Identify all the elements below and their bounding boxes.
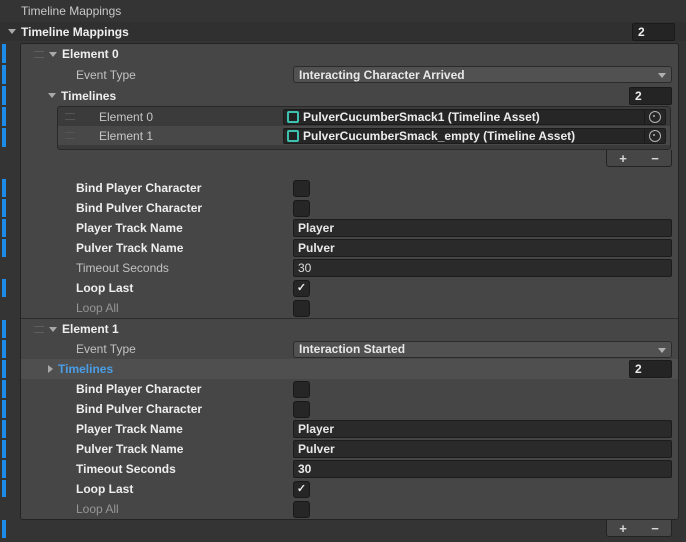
timeout-label: Timeout Seconds bbox=[76, 261, 169, 275]
player-track-label: Player Track Name bbox=[76, 422, 183, 436]
property-label-row: Timeline Mappings bbox=[0, 0, 686, 22]
loop-all-row: Loop All bbox=[21, 499, 678, 519]
timeout-input[interactable]: 30 bbox=[293, 460, 672, 478]
timelines-list-footer: + − bbox=[21, 150, 678, 167]
array-size-field[interactable]: 2 bbox=[632, 23, 675, 41]
drag-handle-icon[interactable] bbox=[34, 326, 44, 333]
loop-last-checkbox[interactable]: ✓ bbox=[293, 280, 310, 297]
timelines-header-row[interactable]: Timelines 2 bbox=[21, 85, 678, 106]
loop-all-label: Loop All bbox=[76, 502, 119, 516]
bind-pulver-checkbox[interactable] bbox=[293, 401, 310, 418]
chevron-down-icon bbox=[658, 73, 666, 78]
remove-button[interactable]: − bbox=[641, 151, 669, 166]
bind-pulver-label: Bind Pulver Character bbox=[76, 201, 202, 215]
element-0-header[interactable]: Element 0 bbox=[21, 44, 678, 64]
chevron-down-icon bbox=[658, 348, 666, 353]
event-type-label: Event Type bbox=[76, 68, 136, 82]
timelines-list: Element 0 PulverCucumberSmack1 (Timeline… bbox=[57, 106, 671, 150]
event-type-value: Interaction Started bbox=[299, 342, 405, 356]
loop-all-row: Loop All bbox=[21, 298, 678, 318]
bind-player-row: Bind Player Character bbox=[21, 379, 678, 399]
timeline-list-item[interactable]: Element 0 PulverCucumberSmack1 (Timeline… bbox=[58, 107, 670, 126]
bind-pulver-label: Bind Pulver Character bbox=[76, 402, 202, 416]
pulver-track-row: Pulver Track Name Pulver bbox=[21, 439, 678, 459]
element-title: Element 1 bbox=[62, 322, 119, 336]
bind-player-label: Bind Player Character bbox=[76, 181, 201, 195]
pulver-track-row: Pulver Track Name Pulver bbox=[21, 238, 678, 258]
property-label: Timeline Mappings bbox=[21, 4, 121, 18]
timeline-object-field[interactable]: PulverCucumberSmack1 (Timeline Asset) bbox=[283, 109, 666, 125]
timeline-object-field[interactable]: PulverCucumberSmack_empty (Timeline Asse… bbox=[283, 128, 666, 144]
bind-pulver-row: Bind Pulver Character bbox=[21, 399, 678, 419]
timeline-mappings-header[interactable]: Timeline Mappings 2 bbox=[0, 22, 686, 41]
timeline-object-value: PulverCucumberSmack_empty (Timeline Asse… bbox=[303, 129, 575, 143]
timelines-header-row-collapsed[interactable]: Timelines 2 bbox=[21, 359, 678, 379]
player-track-row: Player Track Name Player bbox=[21, 419, 678, 439]
event-type-dropdown[interactable]: Interacting Character Arrived bbox=[293, 66, 672, 83]
timeline-asset-icon bbox=[287, 130, 299, 142]
loop-last-label: Loop Last bbox=[76, 482, 133, 496]
timeline-mappings-footer: + − bbox=[0, 520, 679, 538]
foldout-open-icon[interactable] bbox=[8, 29, 16, 34]
timeline-mappings-title: Timeline Mappings bbox=[21, 25, 129, 39]
timeout-input[interactable]: 30 bbox=[293, 259, 672, 277]
inspector-panel: Timeline Mappings Timeline Mappings 2 El… bbox=[0, 0, 686, 542]
loop-last-row: Loop Last ✓ bbox=[21, 278, 678, 298]
loop-last-row: Loop Last ✓ bbox=[21, 479, 678, 499]
object-picker-icon[interactable] bbox=[649, 130, 661, 142]
timelines-label: Timelines bbox=[58, 362, 113, 376]
pulver-track-input[interactable]: Pulver bbox=[293, 239, 672, 257]
timeout-row: Timeout Seconds 30 bbox=[21, 459, 678, 479]
foldout-closed-icon[interactable] bbox=[48, 365, 53, 373]
remove-button[interactable]: − bbox=[641, 521, 669, 536]
timeline-item-label: Element 1 bbox=[99, 129, 153, 143]
add-button[interactable]: + bbox=[609, 151, 637, 166]
bind-player-checkbox[interactable] bbox=[293, 381, 310, 398]
timeout-row: Timeout Seconds 30 bbox=[21, 258, 678, 278]
pulver-track-input[interactable]: Pulver bbox=[293, 440, 672, 458]
bind-player-row: Bind Player Character bbox=[21, 178, 678, 198]
timeline-object-value: PulverCucumberSmack1 (Timeline Asset) bbox=[303, 110, 540, 124]
timelines-size-field[interactable]: 2 bbox=[629, 87, 672, 105]
timelines-size-field[interactable]: 2 bbox=[629, 360, 672, 378]
foldout-open-icon[interactable] bbox=[48, 93, 56, 98]
bind-player-checkbox[interactable] bbox=[293, 180, 310, 197]
pulver-track-label: Pulver Track Name bbox=[76, 442, 183, 456]
drag-handle-icon[interactable] bbox=[65, 113, 75, 120]
element-title: Element 0 bbox=[62, 47, 119, 61]
timeout-label: Timeout Seconds bbox=[76, 462, 176, 476]
foldout-open-icon[interactable] bbox=[49, 327, 57, 332]
drag-handle-icon[interactable] bbox=[65, 132, 75, 139]
bind-player-label: Bind Player Character bbox=[76, 382, 201, 396]
event-type-row: Event Type Interacting Character Arrived bbox=[21, 64, 678, 85]
timeline-mappings-box: Element 0 Event Type Interacting Charact… bbox=[20, 43, 679, 520]
player-track-row: Player Track Name Player bbox=[21, 218, 678, 238]
player-track-label: Player Track Name bbox=[76, 221, 183, 235]
loop-last-checkbox[interactable]: ✓ bbox=[293, 481, 310, 498]
pulver-track-label: Pulver Track Name bbox=[76, 241, 183, 255]
loop-all-label: Loop All bbox=[76, 301, 119, 315]
object-field-divider bbox=[644, 129, 645, 143]
foldout-open-icon[interactable] bbox=[49, 52, 57, 57]
loop-all-checkbox[interactable] bbox=[293, 501, 310, 518]
loop-last-label: Loop Last bbox=[76, 281, 133, 295]
player-track-input[interactable]: Player bbox=[293, 219, 672, 237]
add-button[interactable]: + bbox=[609, 521, 637, 536]
timeline-asset-icon bbox=[287, 111, 299, 123]
event-type-row: Event Type Interaction Started bbox=[21, 339, 678, 359]
player-track-input[interactable]: Player bbox=[293, 420, 672, 438]
drag-handle-icon[interactable] bbox=[34, 51, 44, 58]
object-field-divider bbox=[644, 110, 645, 124]
loop-all-checkbox[interactable] bbox=[293, 300, 310, 317]
element-1-header[interactable]: Element 1 bbox=[21, 319, 678, 339]
timelines-label: Timelines bbox=[61, 89, 116, 103]
bind-pulver-row: Bind Pulver Character bbox=[21, 198, 678, 218]
event-type-label: Event Type bbox=[76, 342, 136, 356]
timeline-list-item[interactable]: Element 1 PulverCucumberSmack_empty (Tim… bbox=[58, 126, 670, 145]
event-type-value: Interacting Character Arrived bbox=[299, 68, 465, 82]
bind-pulver-checkbox[interactable] bbox=[293, 200, 310, 217]
event-type-dropdown[interactable]: Interaction Started bbox=[293, 341, 672, 358]
timeline-item-label: Element 0 bbox=[99, 110, 153, 124]
object-picker-icon[interactable] bbox=[649, 111, 661, 123]
